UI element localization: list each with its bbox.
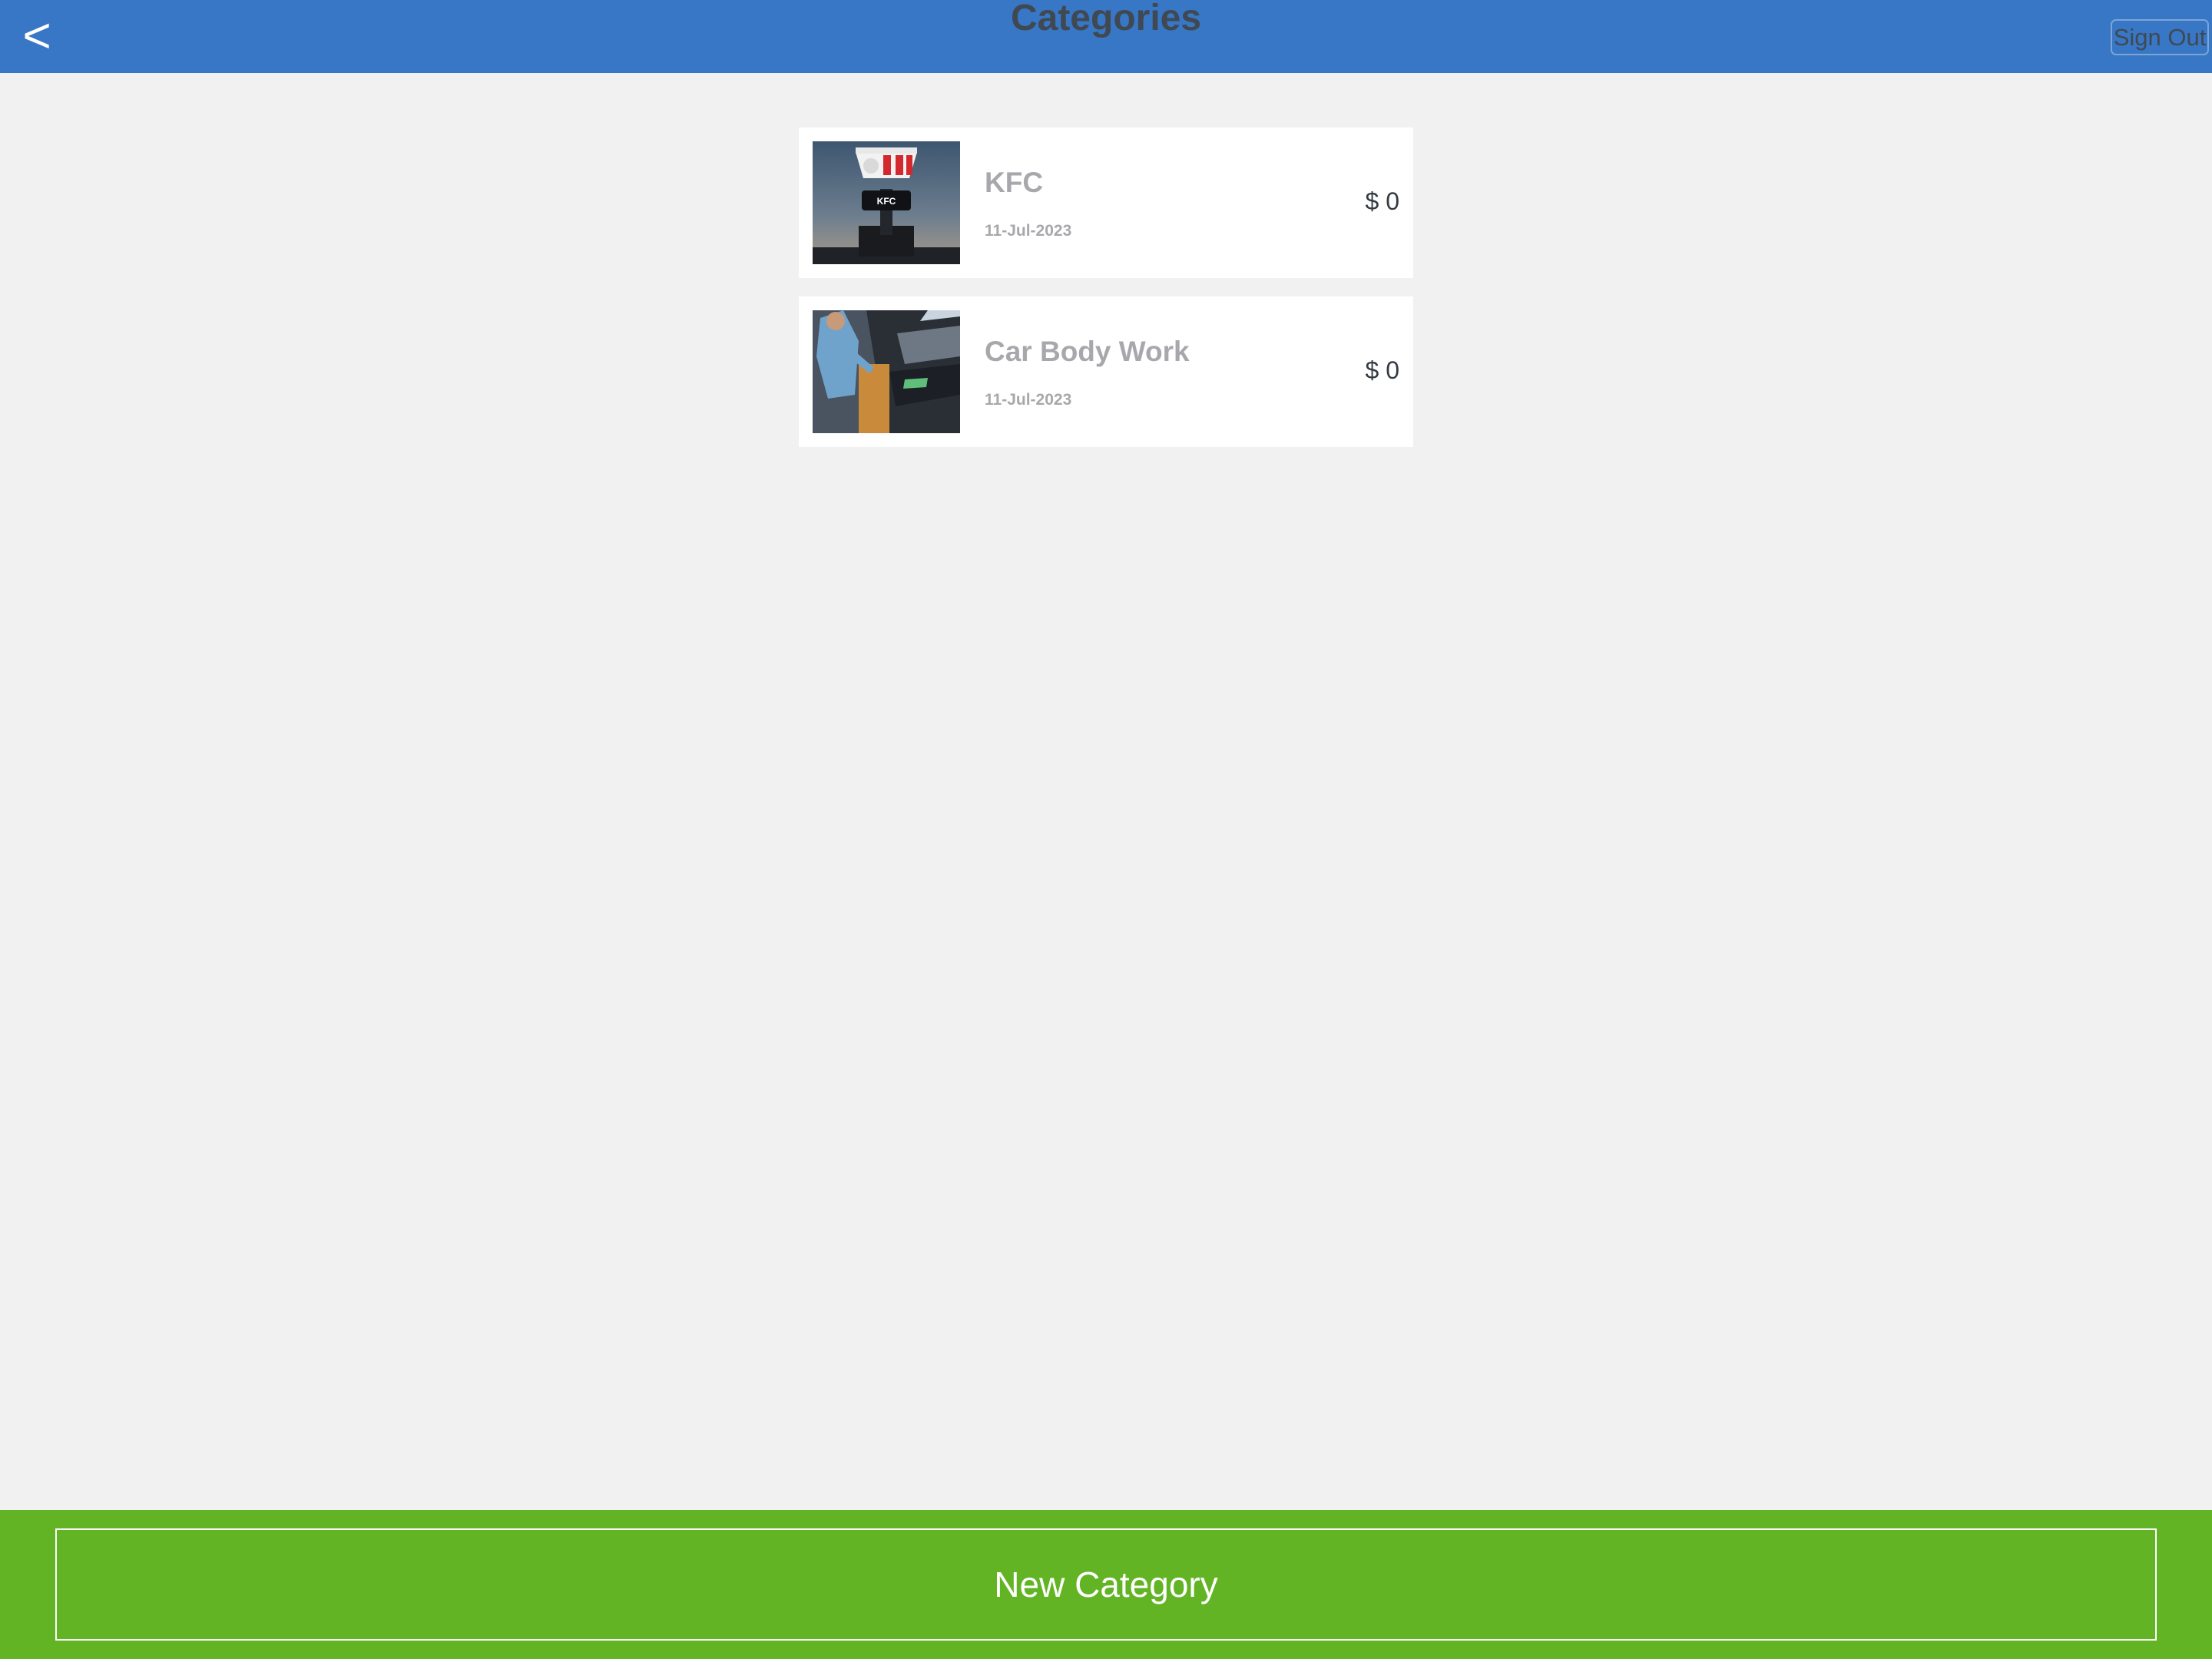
svg-text:KFC: KFC bbox=[877, 196, 896, 207]
car-body-work-photo bbox=[813, 310, 960, 433]
category-list: KFC KFC 11-Jul-2023 $ 0 Car Body Work 11… bbox=[799, 127, 1413, 465]
car-body-work-thumbnail bbox=[813, 310, 960, 433]
category-date: 11-Jul-2023 bbox=[985, 222, 1072, 240]
category-date: 11-Jul-2023 bbox=[985, 391, 1072, 409]
list-item-car-body-work[interactable]: Car Body Work 11-Jul-2023 $ 0 bbox=[799, 296, 1413, 447]
kfc-sign-photo: KFC bbox=[813, 141, 960, 264]
kfc-thumbnail: KFC bbox=[813, 141, 960, 264]
sign-out-button[interactable]: Sign Out bbox=[2111, 19, 2209, 55]
new-category-button[interactable]: New Category bbox=[55, 1528, 2157, 1641]
category-amount: $ 0 bbox=[1365, 187, 1399, 215]
bottom-bar: New Category bbox=[0, 1510, 2212, 1659]
category-name: Car Body Work bbox=[985, 336, 1190, 367]
top-bar: < Categories Sign Out bbox=[0, 0, 2212, 73]
category-amount: $ 0 bbox=[1365, 356, 1399, 384]
page-title: Categories bbox=[1010, 0, 1202, 38]
list-item-kfc[interactable]: KFC KFC 11-Jul-2023 $ 0 bbox=[799, 127, 1413, 278]
category-name: KFC bbox=[985, 167, 1044, 198]
